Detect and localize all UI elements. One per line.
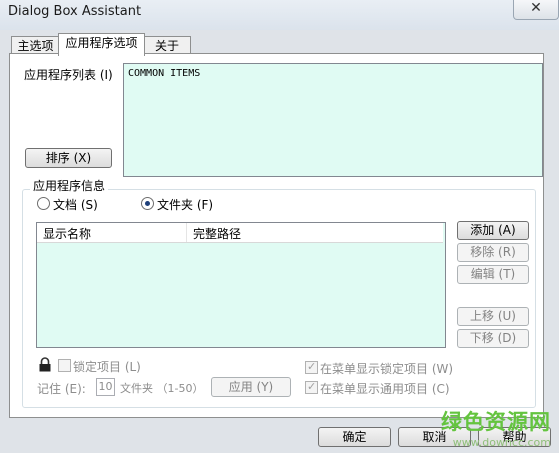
close-button[interactable]: ✕ — [513, 0, 559, 20]
watermark: 绿色资源网 www.downcc.com — [441, 406, 551, 449]
lock-item-checkbox[interactable] — [58, 359, 71, 372]
tab-app-options[interactable]: 应用程序选项 — [58, 33, 145, 56]
radio-document[interactable] — [37, 197, 50, 210]
window-title: Dialog Box Assistant — [8, 4, 142, 19]
watermark-text: 绿色资源网 — [441, 410, 551, 434]
sort-button[interactable]: 排序 (X) — [25, 148, 112, 168]
tab-about[interactable]: 关于 — [143, 36, 191, 54]
radio-selected-dot — [145, 201, 150, 206]
show-locked-label: 在菜单显示锁定项目 (W) — [320, 362, 454, 376]
title-bar: Dialog Box Assistant ✕ — [0, 0, 559, 30]
app-info-title: 应用程序信息 — [30, 177, 109, 194]
lock-item-label: 锁定项目 (L) — [73, 360, 141, 374]
app-list[interactable]: COMMON ITEMS — [123, 63, 543, 177]
radio-folder[interactable] — [141, 197, 154, 210]
column-divider[interactable] — [186, 223, 187, 242]
remember-label: 记住 (E): — [37, 382, 86, 396]
tab-main-options[interactable]: 主选项 — [11, 36, 60, 54]
show-locked-checkbox[interactable] — [305, 360, 318, 374]
column-header-display-name[interactable]: 显示名称 — [43, 225, 91, 242]
radio-document-label[interactable]: 文档 (S) — [53, 196, 98, 213]
app-list-label: 应用程序列表 (I) — [24, 68, 113, 82]
column-header-full-path[interactable]: 完整路径 — [193, 225, 241, 242]
list-item[interactable]: COMMON ITEMS — [128, 68, 200, 79]
edit-button[interactable]: 编辑 (T) — [457, 265, 529, 284]
remove-button[interactable]: 移除 (R) — [457, 243, 529, 262]
ok-button[interactable]: 确定 — [318, 427, 391, 447]
add-button[interactable]: 添加 (A) — [457, 221, 529, 240]
watermark-url: www.downcc.com — [452, 436, 551, 449]
move-down-button[interactable]: 下移 (D) — [457, 329, 529, 348]
remember-count-field[interactable]: 10 — [96, 378, 115, 396]
move-up-button[interactable]: 上移 (U) — [457, 307, 529, 326]
remember-suffix: 文件夹 （1-50） — [120, 382, 204, 395]
show-common-label: 在菜单显示通用项目 (C) — [320, 382, 450, 396]
apply-button[interactable]: 应用 (Y) — [211, 377, 291, 397]
radio-folder-label[interactable]: 文件夹 (F) — [157, 196, 213, 213]
show-common-checkbox[interactable] — [305, 380, 318, 394]
item-list-header: 显示名称 完整路径 — [37, 223, 443, 243]
lock-icon — [39, 357, 51, 372]
